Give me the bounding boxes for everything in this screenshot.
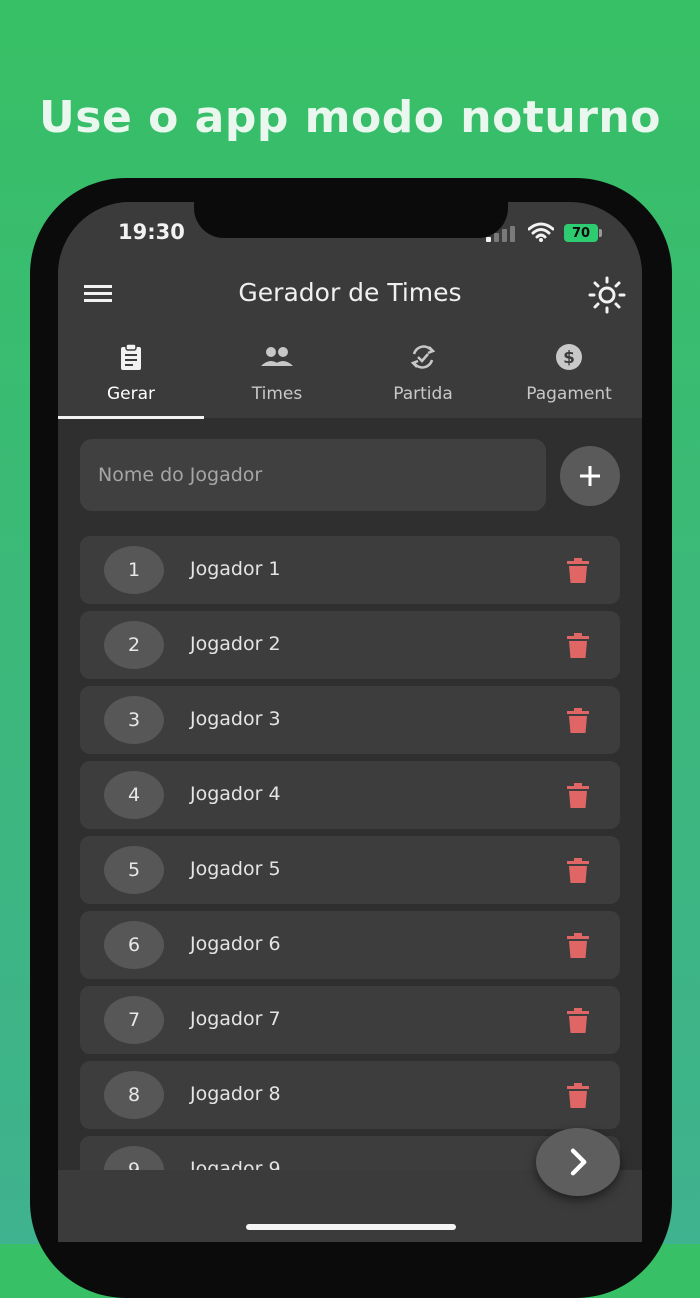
trash-icon[interactable] (566, 858, 590, 884)
player-row: 6 Jogador 6 (80, 911, 620, 979)
trash-icon[interactable] (566, 708, 590, 734)
player-number-badge: 8 (104, 1071, 164, 1119)
player-name: Jogador 9 (190, 1158, 281, 1170)
plus-icon (580, 466, 600, 486)
trash-icon[interactable] (566, 633, 590, 659)
player-number-badge: 7 (104, 996, 164, 1044)
player-number-badge: 6 (104, 921, 164, 969)
trash-icon[interactable] (566, 933, 590, 959)
player-row: 1 Jogador 1 (80, 536, 620, 604)
tab-label: Partida (393, 384, 453, 404)
tab-partida[interactable]: Partida (350, 334, 496, 420)
dollar-icon: $ (556, 344, 582, 370)
player-name: Jogador 8 (190, 1083, 281, 1105)
tab-label: Pagament (526, 384, 612, 404)
player-number-badge: 9 (104, 1146, 164, 1170)
player-row: 4 Jogador 4 (80, 761, 620, 829)
tab-pagamento[interactable]: $ Pagament (496, 334, 642, 420)
status-time: 19:30 (118, 220, 185, 244)
player-number-badge: 2 (104, 621, 164, 669)
clipboard-icon (121, 343, 141, 370)
trash-icon[interactable] (566, 783, 590, 809)
add-player-button[interactable] (560, 446, 620, 506)
svg-text:$: $ (563, 348, 575, 368)
tab-gerar[interactable]: Gerar (58, 334, 204, 420)
player-name: Jogador 5 (190, 858, 281, 880)
battery-tip (599, 229, 602, 237)
player-name: Jogador 2 (190, 633, 281, 655)
player-number-badge: 1 (104, 546, 164, 594)
tab-indicator (58, 416, 204, 419)
player-name: Jogador 4 (190, 783, 281, 805)
trash-icon[interactable] (566, 558, 590, 584)
home-indicator (246, 1224, 456, 1230)
player-name: Jogador 7 (190, 1008, 281, 1030)
phone-notch (194, 202, 508, 238)
promo-headline: Use o app modo noturno (39, 92, 661, 143)
player-number-badge: 4 (104, 771, 164, 819)
player-row: 5 Jogador 5 (80, 836, 620, 904)
sync-icon (410, 345, 436, 369)
app-screen: 19:30 70 Gerador de Times Gerar Times Pa… (58, 202, 642, 1242)
player-row: 3 Jogador 3 (80, 686, 620, 754)
player-name-input[interactable] (80, 439, 546, 511)
trash-icon[interactable] (566, 1008, 590, 1034)
player-number-badge: 3 (104, 696, 164, 744)
player-number-badge: 5 (104, 846, 164, 894)
player-name: Jogador 1 (190, 558, 281, 580)
tab-bar: Gerar Times Partida $ Pagament (58, 334, 642, 420)
player-row: 8 Jogador 8 (80, 1061, 620, 1129)
tab-label: Times (251, 384, 303, 404)
sun-icon[interactable] (588, 276, 626, 314)
chevron-right-icon (570, 1148, 587, 1176)
player-row: 7 Jogador 7 (80, 986, 620, 1054)
next-button[interactable] (536, 1128, 620, 1196)
player-name: Jogador 6 (190, 933, 281, 955)
tab-times[interactable]: Times (204, 334, 350, 420)
player-row: 2 Jogador 2 (80, 611, 620, 679)
battery-icon: 70 (564, 224, 598, 242)
trash-icon[interactable] (566, 1083, 590, 1109)
tab-label: Gerar (106, 384, 156, 404)
page-title: Gerador de Times (238, 278, 462, 307)
player-list: 1 Jogador 1 2 Jogador 2 3 Jogador 3 4 Jogador 4… (80, 536, 620, 1170)
people-icon (261, 347, 293, 366)
wifi-icon (528, 222, 554, 242)
player-name: Jogador 3 (190, 708, 281, 730)
